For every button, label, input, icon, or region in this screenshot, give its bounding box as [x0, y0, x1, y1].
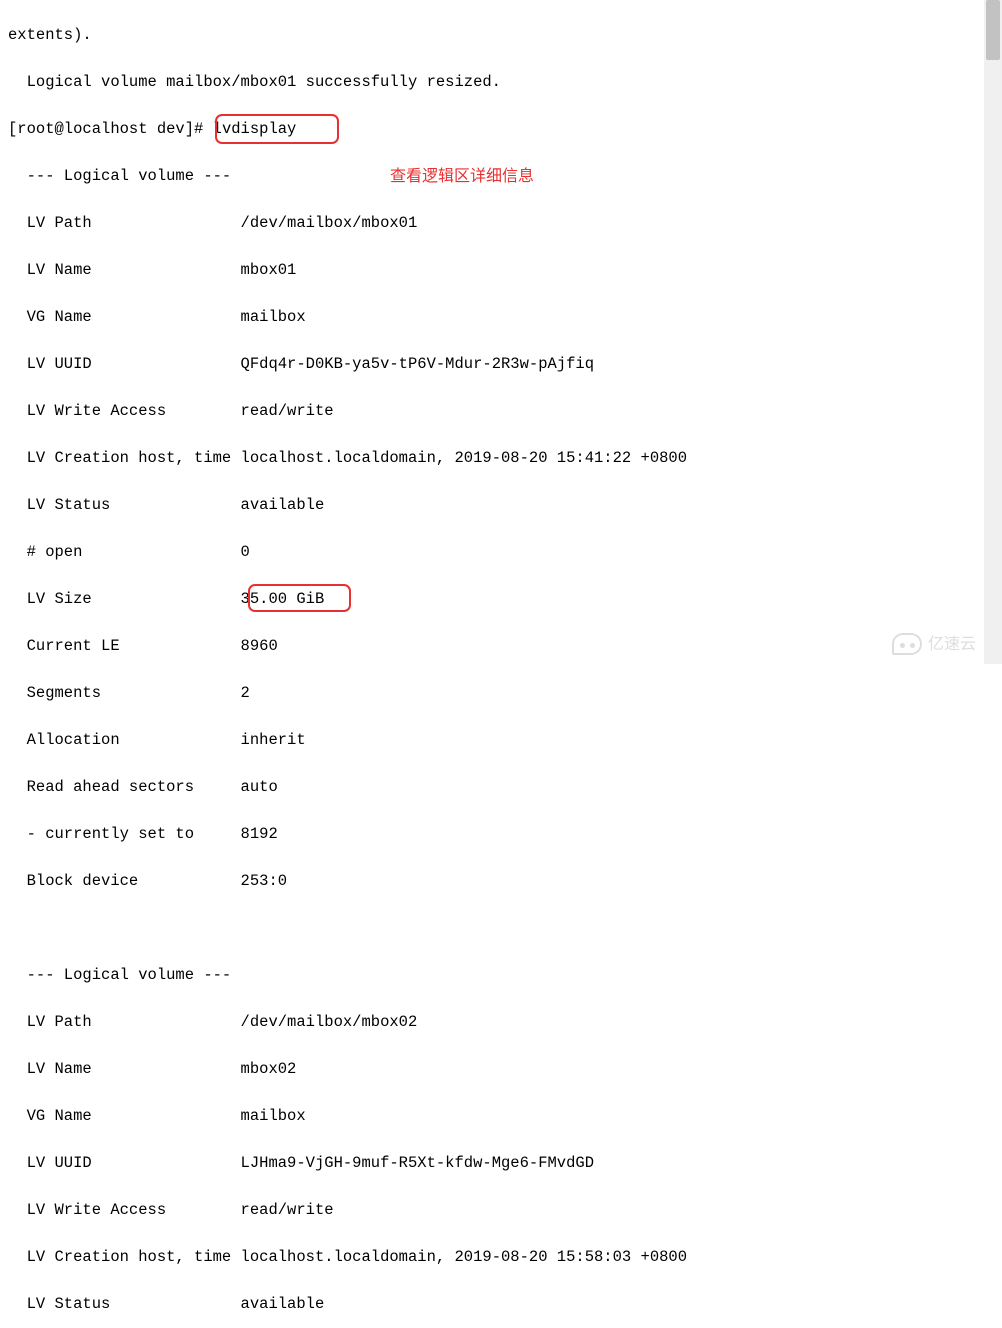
lv-name-row: LV Name mbox02: [8, 1058, 994, 1082]
lv-allocation-row: Allocation inherit: [8, 729, 994, 753]
output-line: extents).: [8, 24, 994, 48]
lv-path-row: LV Path /dev/mailbox/mbox02: [8, 1011, 994, 1035]
lv-uuid-row: LV UUID LJHma9-VjGH-9muf-R5Xt-kfdw-Mge6-…: [8, 1152, 994, 1176]
vg-name-row: VG Name mailbox: [8, 1105, 994, 1129]
highlight-box-command: [215, 114, 339, 144]
lv-creation-row: LV Creation host, time localhost.localdo…: [8, 1246, 994, 1270]
lv-blockdev-row: Block device 253:0: [8, 870, 994, 894]
annotation-text: 查看逻辑区详细信息: [390, 165, 534, 189]
lv-status-row: LV Status available: [8, 494, 994, 518]
lv-readahead-row: Read ahead sectors auto: [8, 776, 994, 800]
lv-header: --- Logical volume ---查看逻辑区详细信息: [8, 165, 994, 189]
lv-readahead-set-row: - currently set to 8192: [8, 823, 994, 847]
shell-prompt: [root@localhost dev]#: [8, 120, 213, 138]
lv-segments-row: Segments 2: [8, 682, 994, 706]
lv-status-row: LV Status available: [8, 1293, 994, 1317]
watermark-text: 亿速云: [928, 633, 976, 657]
lv-size-row: LV Size 35.00 GiB: [8, 588, 994, 612]
lv-open-row: # open 0: [8, 541, 994, 565]
lv-access-row: LV Write Access read/write: [8, 1199, 994, 1223]
prompt-line[interactable]: [root@localhost dev]# lvdisplay: [8, 118, 994, 142]
lv-creation-row: LV Creation host, time localhost.localdo…: [8, 447, 994, 471]
highlight-box-size: [248, 584, 351, 612]
lv-access-row: LV Write Access read/write: [8, 400, 994, 424]
blank-line: [8, 917, 994, 941]
vg-name-row: VG Name mailbox: [8, 306, 994, 330]
lv-name-row: LV Name mbox01: [8, 259, 994, 283]
cloud-icon: [892, 633, 922, 655]
watermark: 亿速云: [892, 633, 976, 657]
lv-path-row: LV Path /dev/mailbox/mbox01: [8, 212, 994, 236]
lv-header: --- Logical volume ---: [8, 964, 994, 988]
output-line: Logical volume mailbox/mbox01 successful…: [8, 71, 994, 95]
lv-uuid-row: LV UUID QFdq4r-D0KB-ya5v-tP6V-Mdur-2R3w-…: [8, 353, 994, 377]
lv-le-row: Current LE 8960: [8, 635, 994, 659]
vertical-scrollbar[interactable]: [984, 0, 1002, 664]
terminal-output: extents). Logical volume mailbox/mbox01 …: [0, 0, 1002, 1328]
scrollbar-thumb[interactable]: [986, 0, 1000, 60]
